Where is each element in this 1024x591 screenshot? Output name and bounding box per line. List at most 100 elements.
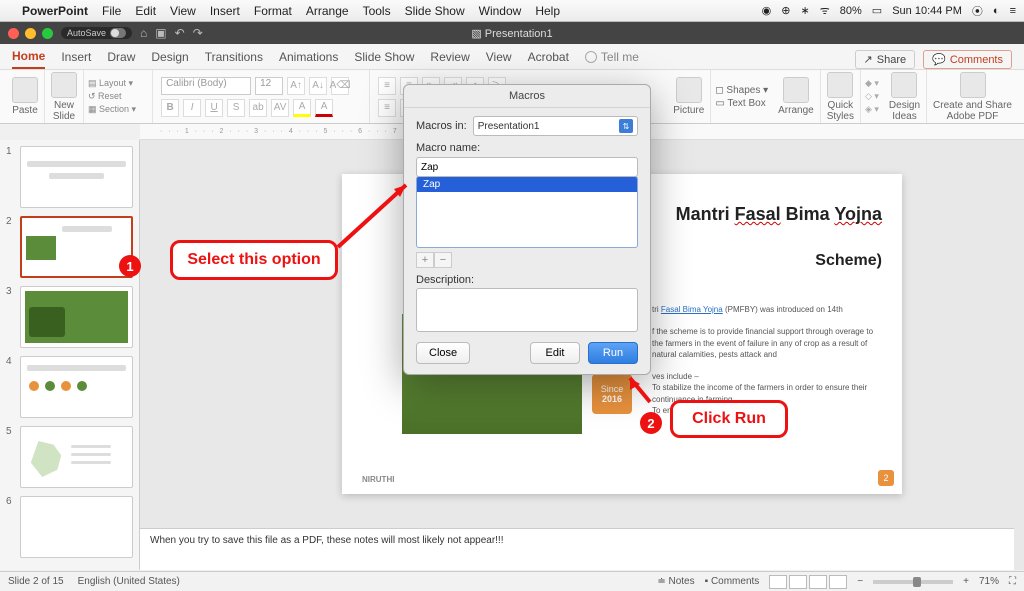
fit-to-window-button[interactable]: ⛶	[1009, 576, 1016, 587]
edit-button[interactable]: Edit	[530, 342, 580, 364]
home-icon[interactable]: ⌂	[140, 26, 147, 40]
macros-in-select[interactable]: Presentation1⇅	[473, 116, 638, 136]
run-button[interactable]: Run	[588, 342, 638, 364]
spacing-button[interactable]: AV	[271, 99, 289, 117]
save-icon[interactable]: ▣	[155, 26, 166, 40]
clipboard-icon	[12, 77, 38, 103]
menu-format[interactable]: Format	[254, 4, 292, 18]
tab-review[interactable]: Review	[430, 46, 469, 68]
tab-acrobat[interactable]: Acrobat	[528, 46, 569, 68]
reading-view-button[interactable]	[809, 575, 827, 589]
tab-slideshow[interactable]: Slide Show	[354, 46, 414, 68]
tab-view[interactable]: View	[486, 46, 512, 68]
autosave-toggle[interactable]: AutoSave	[61, 27, 132, 39]
shape-effects-button[interactable]: ◈ ▾	[865, 104, 879, 115]
sorter-view-button[interactable]	[789, 575, 807, 589]
bluetooth-icon[interactable]: ∗	[801, 4, 810, 17]
tab-draw[interactable]: Draw	[107, 46, 135, 68]
clock[interactable]: Sun 10:44 PM	[892, 5, 962, 17]
menu-window[interactable]: Window	[479, 4, 522, 18]
menu-insert[interactable]: Insert	[210, 4, 240, 18]
align-left-button[interactable]: ≡	[378, 99, 396, 117]
section-option[interactable]: ▦ Section ▾	[88, 104, 136, 115]
zoom-level[interactable]: 71%	[979, 576, 999, 587]
menu-tools[interactable]: Tools	[363, 4, 391, 18]
thumbnail-slide-5[interactable]	[20, 426, 133, 488]
thumbnail-slide-4[interactable]	[20, 356, 133, 418]
shadow-button[interactable]: ab	[249, 99, 267, 117]
macro-list[interactable]: Zap	[416, 176, 638, 248]
menu-view[interactable]: View	[170, 4, 196, 18]
adobe-pdf-button[interactable]: Create and Share Adobe PDF	[927, 70, 1018, 123]
thumb-number: 4	[6, 356, 16, 418]
decrease-font-icon[interactable]: A↓	[309, 77, 327, 95]
close-button[interactable]: Close	[416, 342, 470, 364]
arrange-button[interactable]: Arrange	[772, 70, 821, 123]
strike-button[interactable]: S	[227, 99, 245, 117]
shape-fill-button[interactable]: ◆ ▾	[865, 78, 879, 89]
remove-macro-button[interactable]: −	[434, 252, 452, 268]
comments-button[interactable]: 💬 Comments	[923, 50, 1012, 69]
increase-font-icon[interactable]: A↑	[287, 77, 305, 95]
newslide-group[interactable]: New Slide	[45, 70, 84, 123]
thumbnail-slide-6[interactable]	[20, 496, 133, 558]
font-color-button[interactable]: A	[315, 99, 333, 117]
comments-toggle[interactable]: ▪ Comments	[705, 576, 760, 587]
slide-thumbnails[interactable]: 1 2 3 4 5 6	[0, 140, 140, 570]
description-textarea[interactable]	[416, 288, 638, 332]
menu-edit[interactable]: Edit	[135, 4, 156, 18]
menu-help[interactable]: Help	[535, 4, 560, 18]
tab-design[interactable]: Design	[151, 46, 188, 68]
tab-animations[interactable]: Animations	[279, 46, 338, 68]
redo-icon[interactable]: ↷	[193, 26, 203, 40]
underline-button[interactable]: U	[205, 99, 223, 117]
macro-list-item[interactable]: Zap	[417, 177, 637, 192]
zoom-out-button[interactable]: −	[857, 576, 863, 587]
textbox-button[interactable]: ▭ Text Box	[715, 98, 768, 109]
minimize-window[interactable]	[25, 28, 36, 39]
layout-option[interactable]: ▤ Layout ▾	[88, 78, 136, 89]
shapes-button[interactable]: ◻ Shapes ▾	[715, 85, 768, 96]
thumbnail-slide-1[interactable]	[20, 146, 133, 208]
tab-transitions[interactable]: Transitions	[205, 46, 263, 68]
highlight-button[interactable]: A	[293, 99, 311, 117]
font-size-select[interactable]: 12	[255, 77, 283, 95]
paste-group[interactable]: Paste	[6, 70, 45, 123]
zoom-in-button[interactable]: +	[963, 576, 969, 587]
quickstyles-button[interactable]: Quick Styles	[821, 70, 861, 123]
tab-home[interactable]: Home	[12, 45, 45, 69]
bold-button[interactable]: B	[161, 99, 179, 117]
design-ideas-button[interactable]: Design Ideas	[883, 70, 927, 123]
language-indicator[interactable]: English (United States)	[78, 576, 180, 587]
shape-outline-button[interactable]: ◇ ▾	[865, 91, 879, 102]
tab-insert[interactable]: Insert	[61, 46, 91, 68]
maximize-window[interactable]	[42, 28, 53, 39]
italic-button[interactable]: I	[183, 99, 201, 117]
siri-icon[interactable]: ◐	[993, 5, 1000, 17]
clear-format-icon[interactable]: A⌫	[331, 77, 349, 95]
notes-pane[interactable]: When you try to save this file as a PDF,…	[140, 528, 1014, 570]
wifi-icon[interactable]: ᯤ	[820, 3, 830, 18]
bullets-button[interactable]: ≡	[378, 77, 396, 95]
share-button[interactable]: ↗ Share	[855, 50, 916, 69]
tell-me[interactable]: Tell me	[585, 50, 639, 64]
font-name-select[interactable]: Calibri (Body)	[161, 77, 251, 95]
spotlight-icon[interactable]: ⦿	[972, 3, 983, 19]
normal-view-button[interactable]	[769, 575, 787, 589]
close-window[interactable]	[8, 28, 19, 39]
thumbnail-slide-2[interactable]	[20, 216, 133, 278]
menu-arrange[interactable]: Arrange	[306, 4, 349, 18]
picture-button[interactable]: Picture	[667, 70, 711, 123]
notifications-icon[interactable]: ≡	[1010, 5, 1016, 17]
notes-toggle[interactable]: ≐ Notes	[657, 576, 694, 587]
slideshow-view-button[interactable]	[829, 575, 847, 589]
app-name[interactable]: PowerPoint	[22, 4, 88, 18]
slide-indicator[interactable]: Slide 2 of 15	[8, 576, 64, 587]
thumbnail-slide-3[interactable]	[20, 286, 133, 348]
menu-slideshow[interactable]: Slide Show	[405, 4, 465, 18]
reset-option[interactable]: ↺ Reset	[88, 91, 136, 102]
menu-file[interactable]: File	[102, 4, 121, 18]
macro-name-input[interactable]	[416, 157, 638, 177]
zoom-slider[interactable]	[873, 580, 953, 584]
undo-icon[interactable]: ↶	[175, 26, 185, 40]
